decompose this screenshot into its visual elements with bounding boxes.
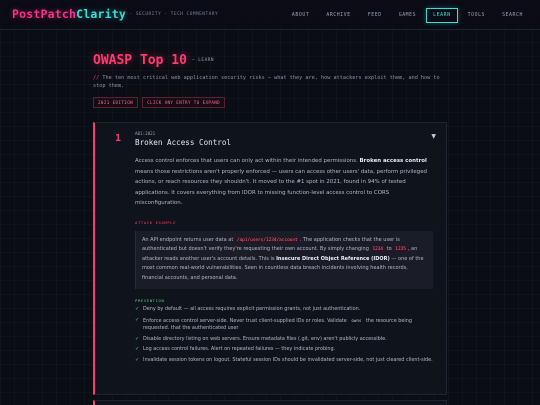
prevention-text-a: Enforce access control server-side. Neve… xyxy=(143,317,347,324)
example-text-3: to xyxy=(386,246,392,253)
list-item: ✓ Log access control failures. Alert on … xyxy=(135,346,435,354)
prevention-code: owns xyxy=(351,317,362,323)
logo-part-2: Clarity xyxy=(76,7,126,21)
desc-part-1: Access control enforces that users can o… xyxy=(135,158,358,164)
expand-hint-badge: CLICK ANY ENTRY TO EXPAND xyxy=(142,97,226,108)
check-icon: ✓ xyxy=(135,356,140,363)
attack-example-label: ATTACK EXAMPLE xyxy=(135,220,177,225)
prevention-text: Invalidate session tokens on logout. Sta… xyxy=(143,356,433,363)
logo-part-1: PostPatch xyxy=(12,7,77,21)
entry-description: Access control enforces that users can o… xyxy=(135,156,435,209)
example-text-1: An API endpoint returns user data at xyxy=(142,237,234,243)
entry-number: 1 xyxy=(115,133,122,144)
list-item: ✓ Deny by default — all access requires … xyxy=(135,306,435,314)
collapse-toggle-icon[interactable]: ▼ xyxy=(431,133,436,140)
prevention-text-c: that the authenticated user xyxy=(170,325,239,332)
list-item: ✓ Disable directory listing on web serve… xyxy=(135,336,435,344)
subtitle-text: The ten most critical web application se… xyxy=(93,75,440,90)
menu-item-search[interactable]: SEARCH xyxy=(495,8,530,23)
edition-badge: 2021 EDITION xyxy=(93,97,139,108)
check-icon: ✓ xyxy=(135,306,140,312)
example-bold-idor: Insecure Direct Object Reference (IDOR) xyxy=(276,255,390,262)
prevention-label: PREVENTION xyxy=(135,298,165,303)
desc-part-2: means those restrictions aren't properly… xyxy=(135,168,428,207)
check-icon: ✓ xyxy=(135,335,140,342)
subtitle-prefix: // xyxy=(93,75,100,81)
top-nav: PostPatchClarity IT · SECURITY · TECH CO… xyxy=(0,0,540,30)
menu-item-about[interactable]: ABOUT xyxy=(285,8,316,23)
prevention-text: Log access control failures. Alert on re… xyxy=(143,346,336,353)
main-menu: ABOUT ARCHIVE FEED GAMES LEARN TOOLS SEA… xyxy=(285,8,530,23)
menu-item-games[interactable]: GAMES xyxy=(392,8,423,23)
menu-item-archive[interactable]: ARCHIVE xyxy=(319,8,357,23)
attack-example-box: An API endpoint returns user data at /ap… xyxy=(135,231,433,289)
breadcrumb[interactable]: — LEARN xyxy=(192,58,214,63)
page-subtitle: // The ten most critical web application… xyxy=(93,74,443,91)
example-code-endpoint: /api/users/1234/account xyxy=(234,238,300,243)
site-logo[interactable]: PostPatchClarity xyxy=(12,7,126,21)
page-title: OWASP Top 10 xyxy=(93,53,187,68)
check-icon: ✓ xyxy=(135,346,140,353)
prevention-text: Deny by default — all access requires ex… xyxy=(143,306,361,312)
menu-item-feed[interactable]: FEED xyxy=(361,8,389,23)
example-code-id-a: 1234 xyxy=(370,247,386,253)
list-item: ✓ Invalidate session tokens on logout. S… xyxy=(135,357,435,365)
site-tagline: IT · SECURITY · TECH COMMENTARY xyxy=(120,12,219,17)
example-code-id-b: 1235 xyxy=(393,247,408,253)
badge-row: 2021 EDITION CLICK ANY ENTRY TO EXPAND xyxy=(93,97,226,108)
check-icon: ✓ xyxy=(135,316,140,323)
desc-bold: Broken access control xyxy=(359,158,427,164)
entry-code: A01:2021 xyxy=(135,131,156,136)
prevention-list: ✓ Deny by default — all access requires … xyxy=(135,306,435,368)
entry-title: Broken Access Control xyxy=(135,138,232,147)
menu-item-tools[interactable]: TOOLS xyxy=(461,8,492,23)
next-entry-card[interactable] xyxy=(93,400,447,405)
menu-item-learn[interactable]: LEARN xyxy=(426,8,458,23)
entry-card[interactable]: 1 A01:2021 Broken Access Control ▼ Acces… xyxy=(93,122,447,395)
prevention-text: Disable directory listing on web servers… xyxy=(143,335,387,342)
list-item: ✓ Enforce access control server-side. Ne… xyxy=(135,317,435,333)
